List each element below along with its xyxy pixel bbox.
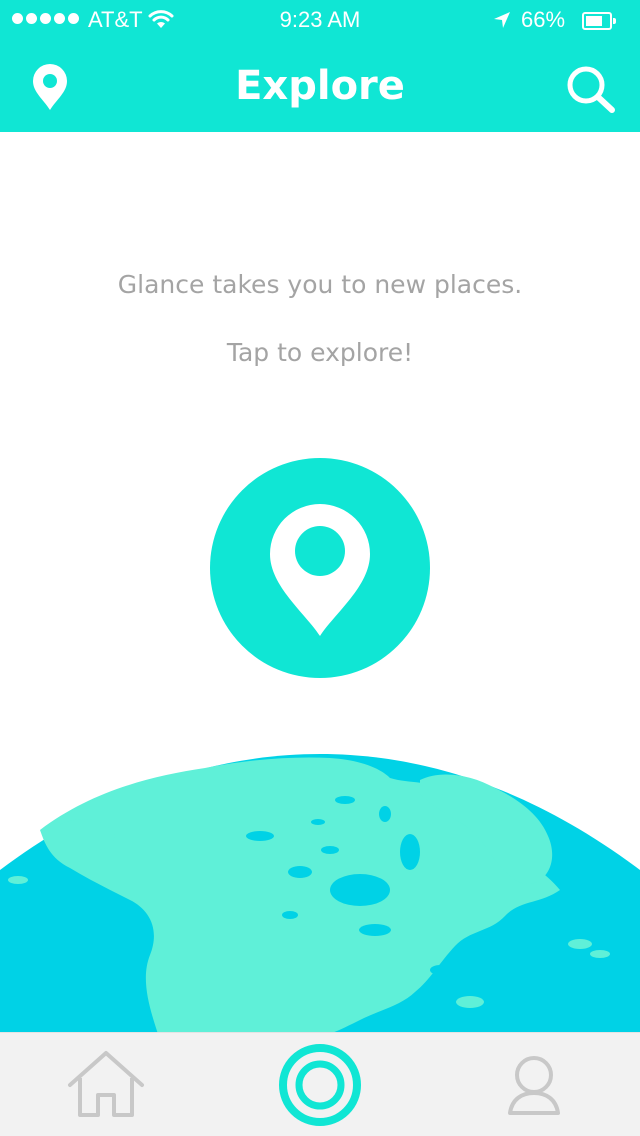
battery-percentage: 66% (521, 7, 566, 32)
app-screen: AT&T 9:23 AM 66% Explore Glance takes yo… (0, 0, 640, 1136)
home-icon (68, 1051, 144, 1117)
tab-bar (0, 1032, 640, 1136)
tab-explore[interactable] (270, 1033, 370, 1136)
page-title: Explore (235, 63, 405, 109)
header: AT&T 9:23 AM 66% Explore (0, 0, 640, 132)
globe-illustration (0, 754, 640, 1040)
location-arrow-icon (494, 12, 510, 28)
user-icon (508, 1056, 560, 1115)
battery-icon (582, 12, 616, 30)
tab-profile[interactable] (492, 1033, 576, 1136)
location-pin-icon (270, 504, 370, 636)
intro-text: Glance takes you to new places. (117, 270, 523, 299)
explore-button[interactable] (210, 458, 430, 678)
explore-ring-icon (279, 1044, 361, 1126)
search-icon (567, 66, 615, 113)
status-bar: AT&T 9:23 AM 66% (0, 0, 640, 40)
search-button[interactable] (560, 60, 620, 116)
navigation-bar: Explore (0, 40, 640, 132)
tab-home[interactable] (60, 1033, 152, 1136)
explore-prompt: Tap to explore! (226, 338, 414, 367)
